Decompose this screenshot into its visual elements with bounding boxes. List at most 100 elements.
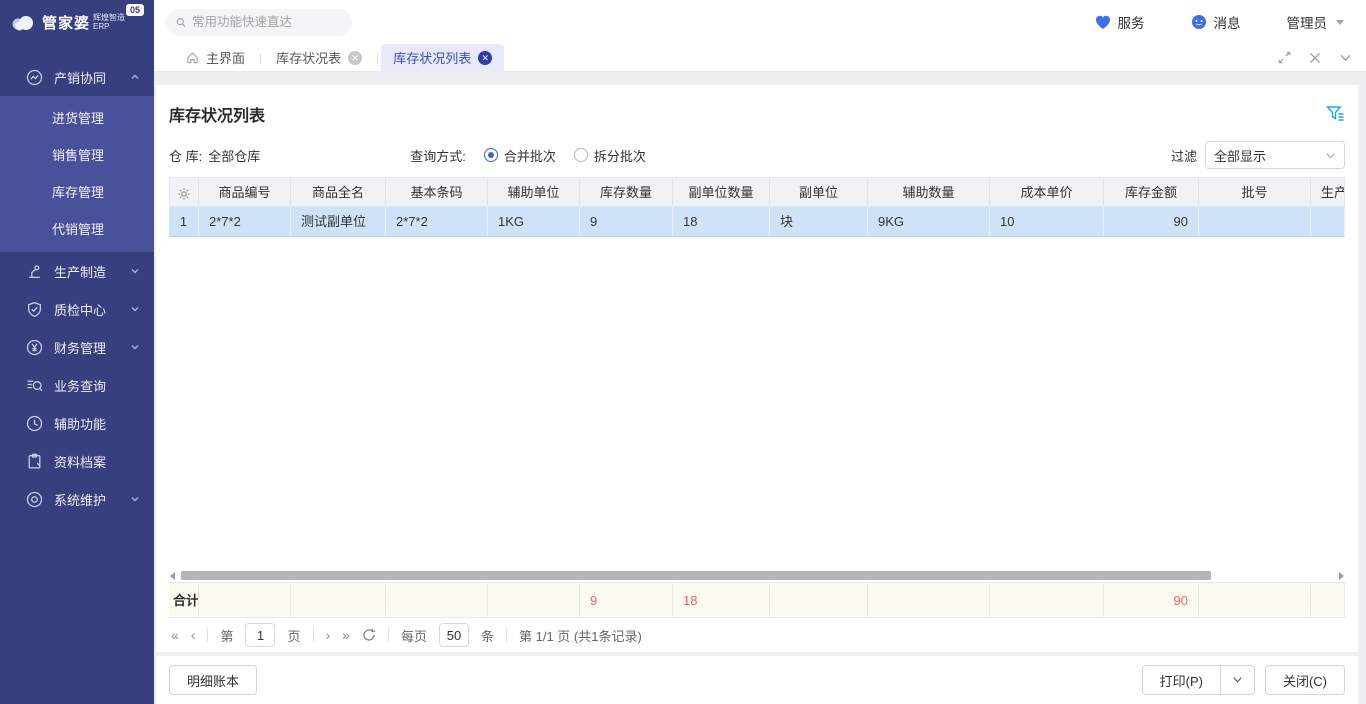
cell-product-name: 测试副单位 (291, 207, 386, 237)
column-header[interactable]: 库存金额 (1104, 177, 1199, 207)
tab-home[interactable]: 主界面 (174, 44, 257, 72)
page-number-input[interactable] (245, 623, 275, 647)
print-button[interactable]: 打印(P) (1142, 665, 1221, 695)
tab-inventory-report[interactable]: 库存状况表 ✕ (264, 44, 374, 72)
app-name: 管家婆 (42, 12, 90, 33)
search-list-icon (26, 377, 43, 394)
sidebar-item-archives[interactable]: 资料档案 (0, 442, 154, 480)
tab-separator: | (259, 51, 262, 65)
sidebar-item-finance[interactable]: 财务管理 (0, 328, 154, 366)
pagination-summary: 第 1/1 页 (共1条记录) (519, 626, 642, 645)
cell-stock-qty: 9 (580, 207, 673, 237)
tab-inventory-list-active[interactable]: 库存状况列表 ✕ (381, 44, 504, 72)
column-header[interactable]: 基本条码 (386, 177, 488, 207)
tab-separator: | (376, 51, 379, 65)
sidebar-item-auxiliary[interactable]: 辅助功能 (0, 404, 154, 442)
sidebar-item-label: 质检中心 (54, 300, 130, 319)
scrollbar-thumb[interactable] (181, 571, 1211, 580)
column-header[interactable]: 辅助数量 (868, 177, 990, 207)
service-menu[interactable]: 服务 (1095, 12, 1145, 32)
cell-batch-no (1199, 207, 1311, 237)
heart-icon (1095, 15, 1111, 30)
sidebar-item-sales[interactable]: 销售管理 (0, 137, 154, 174)
column-settings[interactable] (169, 177, 199, 207)
close-icon[interactable] (1309, 52, 1321, 64)
column-header[interactable]: 商品全名 (291, 177, 386, 207)
search-input[interactable] (192, 15, 342, 29)
app-window: 管家婆 辉煌智造ERP 05 产销协同 进货管理 销售管理 库存管理 代销管理 (0, 0, 1366, 704)
column-header[interactable]: 成本单价 (990, 177, 1104, 207)
row-index: 1 (169, 207, 199, 237)
fullscreen-icon[interactable] (1278, 51, 1291, 64)
pager-divider (506, 628, 507, 642)
sidebar-item-production-sales[interactable]: 产销协同 (0, 58, 154, 96)
sidebar-item-purchase[interactable]: 进货管理 (0, 100, 154, 137)
next-page-button[interactable]: › (326, 628, 331, 642)
totals-stock-amount: 90 (1104, 582, 1199, 618)
totals-cell (770, 582, 868, 618)
sidebar-item-business-query[interactable]: 业务查询 (0, 366, 154, 404)
shield-check-icon (26, 301, 43, 318)
sidebar-item-quality[interactable]: 质检中心 (0, 290, 154, 328)
radio-split-batches[interactable]: 拆分批次 (574, 146, 646, 165)
radio-icon (574, 148, 588, 162)
sidebar: 管家婆 辉煌智造ERP 05 产销协同 进货管理 销售管理 库存管理 代销管理 (0, 0, 154, 704)
radio-label: 合并批次 (504, 146, 556, 165)
user-label: 管理员 (1287, 12, 1328, 32)
sidebar-item-manufacturing[interactable]: 生产制造 (0, 252, 154, 290)
tab-close-icon[interactable]: ✕ (348, 51, 362, 65)
query-mode-label: 查询方式: (410, 146, 466, 165)
column-header[interactable]: 库存数量 (580, 177, 673, 207)
cell-aux-unit: 1KG (488, 207, 580, 237)
column-header[interactable]: 批号 (1199, 177, 1311, 207)
column-header[interactable]: 商品编号 (199, 177, 291, 207)
detail-ledger-button[interactable]: 明细账本 (169, 665, 257, 695)
refresh-icon[interactable] (362, 628, 376, 642)
totals-cell (199, 582, 291, 618)
inventory-table: 商品编号 商品全名 基本条码 辅助单位 库存数量 副单位数量 副单位 辅助数量 … (169, 177, 1345, 652)
totals-row: 合计 9 18 90 (169, 582, 1345, 618)
column-header[interactable]: 生产日期 (1311, 177, 1345, 207)
sidebar-item-inventory[interactable]: 库存管理 (0, 174, 154, 211)
sidebar-item-system-maintenance[interactable]: 系统维护 (0, 480, 154, 518)
radio-merge-batches[interactable]: 合并批次 (484, 146, 556, 165)
gear-icon (177, 187, 191, 201)
tabbar: 主界面 | 库存状况表 ✕ | 库存状况列表 ✕ (154, 44, 1366, 72)
chevron-down-icon (130, 266, 140, 276)
display-filter-label: 过滤 (1171, 146, 1197, 165)
close-button[interactable]: 关闭(C) (1265, 665, 1345, 695)
app-subtitle: 辉煌智造ERP (93, 13, 127, 31)
tab-close-icon[interactable]: ✕ (478, 51, 492, 65)
cell-barcode: 2*7*2 (386, 207, 488, 237)
last-page-button[interactable]: » (342, 628, 350, 642)
sidebar-nav: 产销协同 进货管理 销售管理 库存管理 代销管理 生产制造 质检中心 (0, 58, 154, 518)
column-header[interactable]: 副单位 (770, 177, 868, 207)
inventory-panel: 库存状况列表 仓 库: 全部仓库 查询方式: 合并批次 (156, 85, 1358, 652)
per-page-input[interactable] (439, 623, 469, 647)
scroll-left-arrow-icon[interactable] (170, 572, 175, 580)
sidebar-item-consignment[interactable]: 代销管理 (0, 211, 154, 248)
display-filter-select[interactable]: 全部显示 (1205, 141, 1345, 169)
query-mode-group: 查询方式: 合并批次 拆分批次 (410, 146, 646, 165)
prev-page-button[interactable]: ‹ (191, 628, 196, 642)
user-menu[interactable]: 管理员 (1287, 12, 1345, 32)
cell-sub-unit: 块 (770, 207, 868, 237)
page-prefix-label: 第 (220, 626, 233, 645)
column-header[interactable]: 辅助单位 (488, 177, 580, 207)
search-icon (176, 16, 186, 29)
chevron-down-icon[interactable] (1339, 51, 1352, 64)
column-header[interactable]: 副单位数量 (673, 177, 770, 207)
scroll-right-arrow-icon[interactable] (1339, 572, 1344, 580)
sidebar-item-label: 生产制造 (54, 262, 130, 281)
print-dropdown-button[interactable] (1221, 665, 1255, 695)
table-row-selected[interactable]: 1 2*7*2 测试副单位 2*7*2 1KG 9 18 块 9KG 10 90 (169, 207, 1345, 237)
app-logo: 管家婆 辉煌智造ERP 05 (0, 0, 154, 44)
totals-cell (488, 582, 580, 618)
messages-menu[interactable]: 消息 (1191, 12, 1241, 32)
page-suffix-label: 页 (287, 626, 300, 645)
filter-funnel-icon[interactable] (1326, 105, 1345, 123)
sidebar-item-label: 财务管理 (54, 338, 130, 357)
quick-search[interactable] (166, 9, 352, 36)
target-icon (26, 491, 43, 508)
first-page-button[interactable]: « (171, 628, 179, 642)
